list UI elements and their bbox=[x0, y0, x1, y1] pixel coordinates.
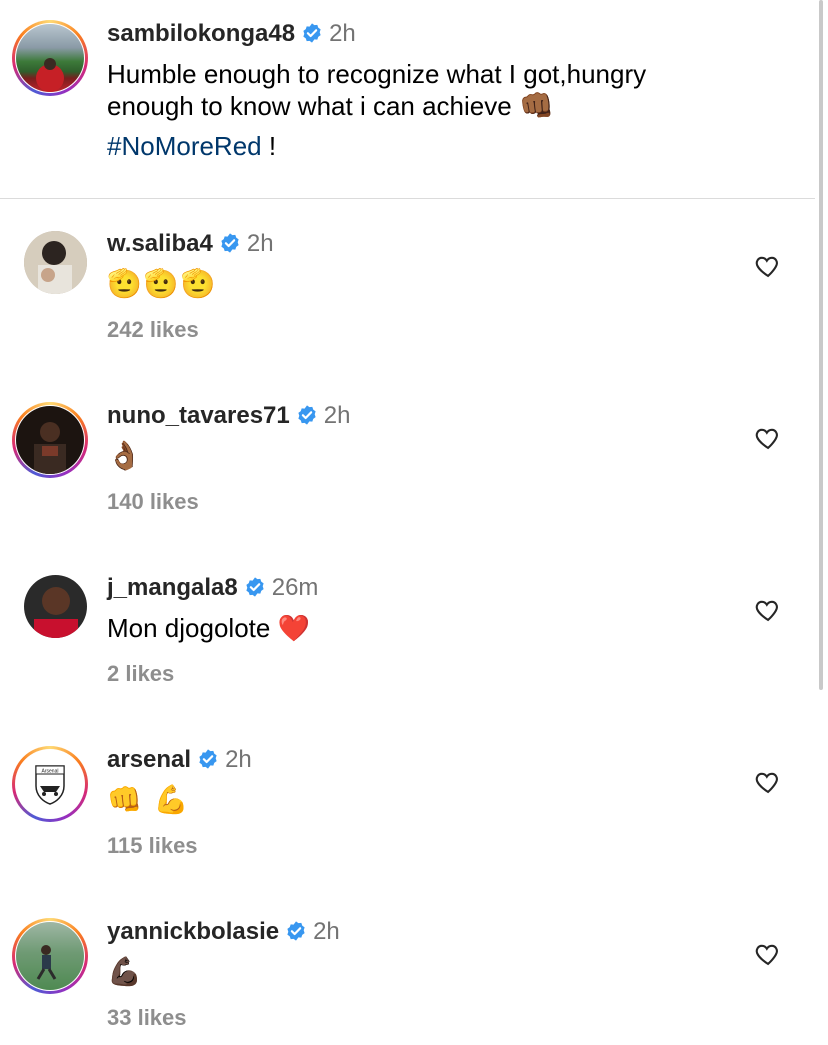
comment-likes[interactable]: 33 likes bbox=[107, 1005, 187, 1031]
heart-outline-icon[interactable] bbox=[754, 768, 782, 796]
comment-avatar[interactable] bbox=[12, 918, 88, 994]
comment-text: 👌🏾 bbox=[107, 440, 144, 471]
comment-text: 🫡🫡🫡 bbox=[107, 268, 218, 299]
caption-suffix: ! bbox=[261, 131, 277, 161]
verified-badge-icon bbox=[244, 576, 266, 603]
comment-time: 26m bbox=[271, 574, 319, 601]
comment-avatar[interactable] bbox=[12, 402, 88, 478]
comment-username[interactable]: j_mangala8 bbox=[107, 574, 238, 601]
comment-time: 2h bbox=[246, 230, 274, 257]
arsenal-crest-icon: Arsenal bbox=[35, 765, 65, 805]
comment-time: 2h bbox=[225, 746, 252, 773]
verified-badge-icon bbox=[219, 232, 241, 259]
comment-text: Mon djogolote ❤️ bbox=[107, 613, 310, 643]
comment-likes[interactable]: 115 likes bbox=[107, 833, 198, 859]
verified-badge-icon bbox=[285, 920, 307, 947]
caption-line-1: Humble enough to recognize what I got,hu… bbox=[107, 59, 647, 89]
verified-badge-icon bbox=[301, 22, 323, 49]
comment-likes[interactable]: 140 likes bbox=[107, 489, 199, 515]
comment-username[interactable]: w.saliba4 bbox=[107, 230, 213, 257]
caption-line-2: enough to know what i can achieve bbox=[107, 91, 512, 121]
heart-outline-icon[interactable] bbox=[754, 596, 782, 624]
verified-badge-icon bbox=[197, 748, 219, 775]
comment-username[interactable]: arsenal bbox=[107, 746, 191, 773]
comment-avatar[interactable] bbox=[24, 231, 87, 294]
post-caption: sambilokonga48 2h Humble enough to recogn… bbox=[0, 0, 815, 199]
heart-outline-icon[interactable] bbox=[754, 940, 782, 968]
comment-text: 💪🏿 bbox=[107, 956, 144, 987]
heart-outline-icon[interactable] bbox=[754, 252, 782, 280]
comment-likes[interactable]: 242 likes bbox=[107, 317, 199, 343]
comment-username[interactable]: nuno_tavares71 bbox=[107, 402, 290, 429]
scrollbar[interactable] bbox=[819, 0, 823, 690]
verified-badge-icon bbox=[296, 404, 318, 431]
arsenal-logo-text: Arsenal bbox=[42, 769, 59, 775]
heart-outline-icon[interactable] bbox=[754, 424, 782, 452]
comment-text: 👊 💪 bbox=[107, 784, 191, 815]
comment-avatar[interactable]: Arsenal bbox=[12, 746, 88, 822]
caption-time: 2h bbox=[329, 20, 356, 47]
caption-avatar[interactable] bbox=[12, 20, 88, 96]
hashtag-link[interactable]: #NoMoreRed bbox=[107, 131, 262, 161]
comment-time: 2h bbox=[323, 402, 351, 429]
comment-username[interactable]: yannickbolasie bbox=[107, 918, 279, 945]
fist-emoji: 👊🏾 bbox=[518, 90, 556, 121]
comment-likes[interactable]: 2 likes bbox=[107, 661, 174, 687]
caption-text: Humble enough to recognize what I got,hu… bbox=[107, 58, 646, 162]
comment-avatar[interactable] bbox=[24, 575, 87, 638]
caption-username[interactable]: sambilokonga48 bbox=[107, 20, 295, 47]
comment-time: 2h bbox=[313, 918, 340, 945]
